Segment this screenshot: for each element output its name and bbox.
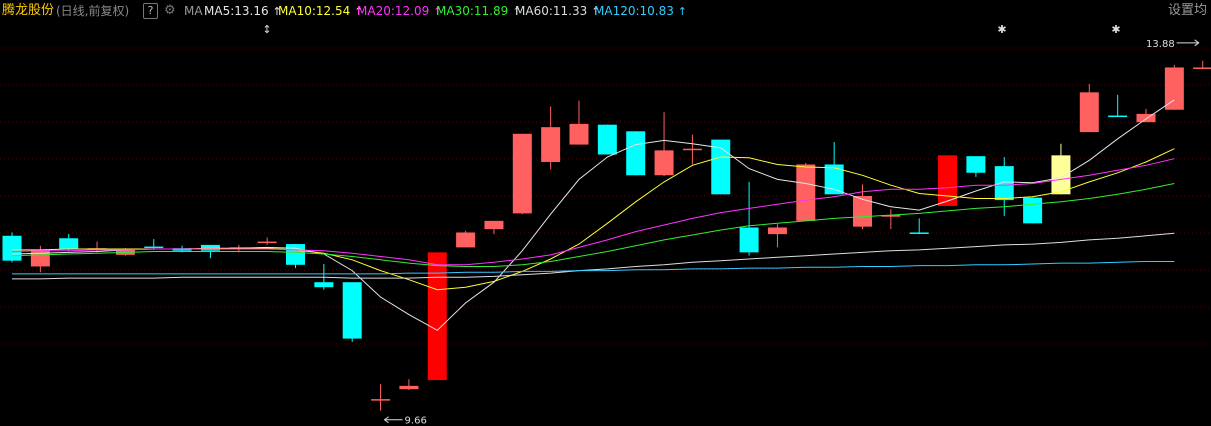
candle-body — [966, 156, 986, 173]
candlestick-chart[interactable]: 13.88 9.66 ↕ ✱ ✱ — [0, 0, 1211, 426]
candle-body — [399, 385, 419, 390]
candle-body — [626, 131, 646, 176]
candle-body — [1079, 92, 1099, 133]
candle-body — [569, 123, 589, 145]
candle-body — [739, 227, 759, 253]
candle-body — [1164, 67, 1184, 110]
candle-body — [314, 282, 334, 288]
candle-body — [257, 241, 277, 244]
candle-body — [512, 133, 532, 214]
max-price-label: 13.88 — [1146, 39, 1175, 50]
candle-body — [286, 244, 305, 265]
candle-body — [796, 164, 816, 221]
candle-body — [371, 399, 391, 401]
ma60-line — [12, 232, 1175, 280]
candle-body — [30, 249, 50, 267]
candle-body — [59, 238, 79, 250]
candle-body — [144, 246, 164, 249]
event-marker-icon: ✱ — [997, 23, 1006, 36]
candle-body — [682, 148, 702, 151]
candle-body — [484, 220, 504, 230]
candle-body — [456, 232, 476, 248]
candle-body — [824, 164, 844, 195]
candle-body — [1193, 67, 1211, 69]
candle-body — [994, 166, 1014, 201]
candle-body — [909, 232, 929, 234]
ma5-line — [11, 99, 1175, 331]
candle-body — [342, 282, 362, 339]
min-price-label: 9.66 — [405, 416, 427, 426]
event-marker-icon: ✱ — [1111, 23, 1120, 36]
candle-body — [597, 124, 617, 155]
candle-body — [1023, 197, 1043, 224]
candle-body — [1136, 113, 1156, 123]
candle-body — [1108, 115, 1128, 118]
candle-body — [2, 235, 22, 261]
candle-body — [1051, 155, 1071, 195]
event-marker-icon: ↕ — [262, 23, 271, 36]
candle-body — [654, 150, 674, 176]
ma120-line — [12, 261, 1175, 275]
candle-body — [541, 127, 561, 162]
candle-body — [767, 227, 787, 235]
candle-body — [427, 252, 447, 381]
